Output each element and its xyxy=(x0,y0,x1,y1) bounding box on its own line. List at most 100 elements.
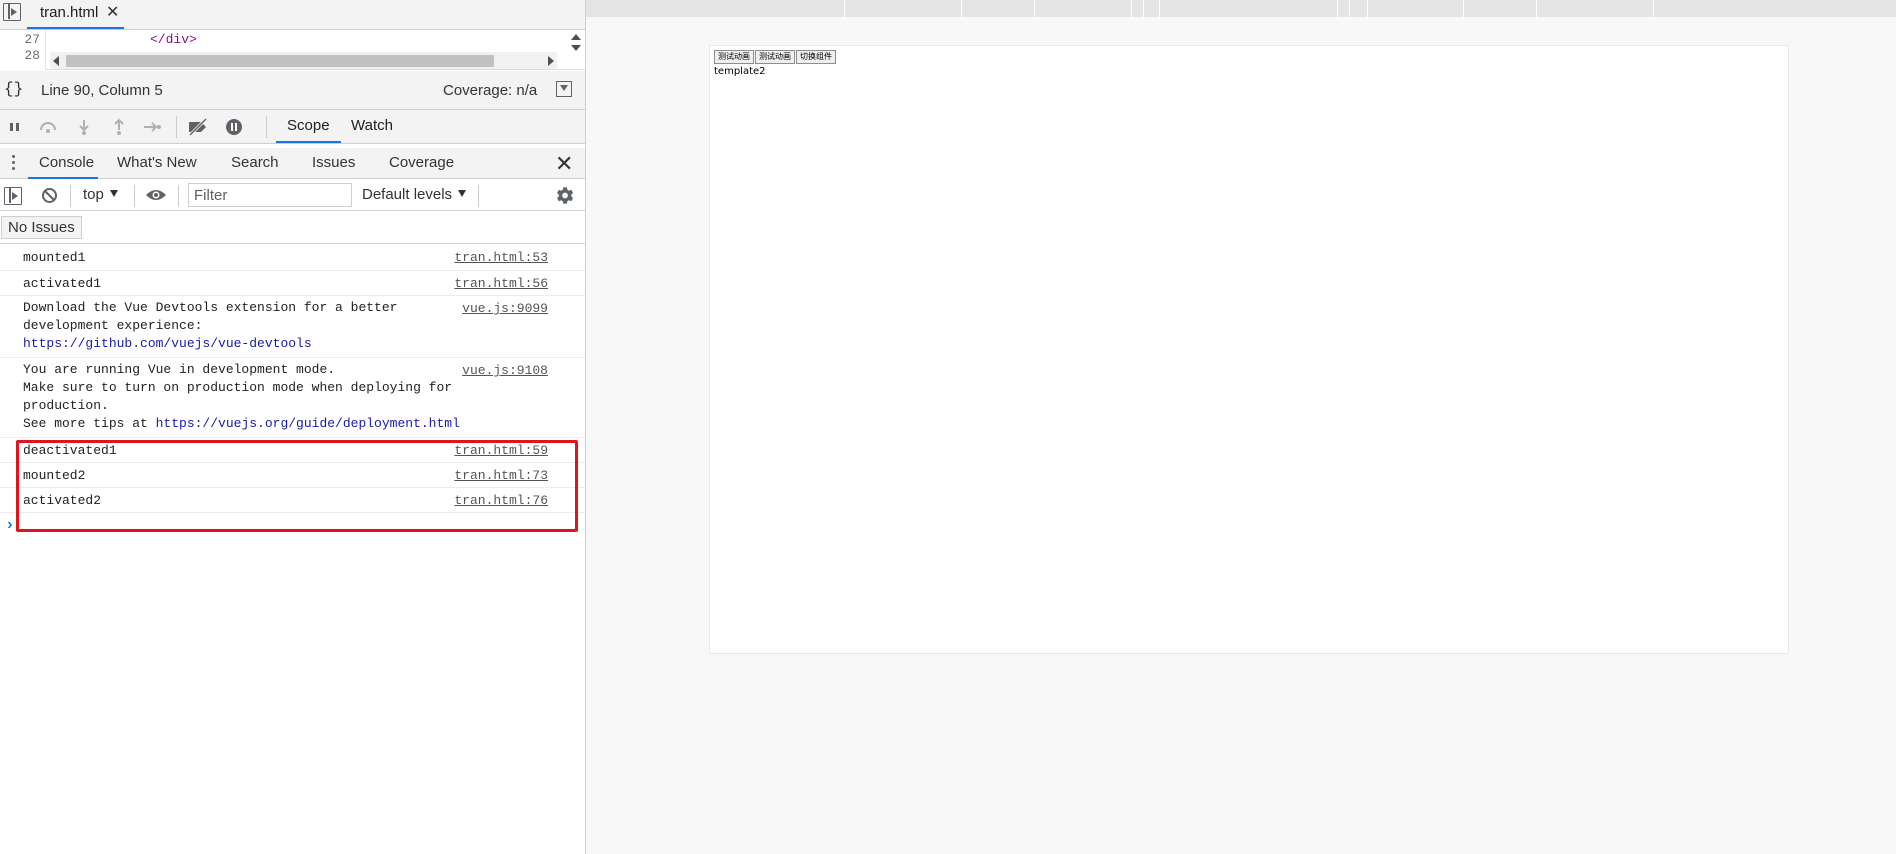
ruler-tick xyxy=(1349,0,1350,17)
console-sidebar-icon[interactable] xyxy=(4,187,22,205)
file-tab[interactable]: tran.html ✕ xyxy=(27,0,124,29)
message-text: development experience: xyxy=(23,318,203,333)
ruler-tick xyxy=(1159,0,1160,17)
scroll-up-icon[interactable] xyxy=(571,34,581,40)
log-levels-dropdown[interactable]: Default levels xyxy=(362,186,467,203)
media-query-ruler[interactable] xyxy=(586,0,1896,17)
cursor-position: Line 90, Column 5 xyxy=(41,82,163,99)
step-out-icon[interactable] xyxy=(109,118,129,136)
toolbar-divider xyxy=(478,185,479,207)
deactivate-breakpoints-icon[interactable] xyxy=(186,118,210,136)
test-animation-button[interactable]: 测试动画 xyxy=(714,50,754,64)
live-expression-eye-icon[interactable] xyxy=(145,188,167,202)
debugger-toolbar: Scope Watch xyxy=(0,110,585,144)
filter-input[interactable] xyxy=(188,183,352,207)
file-tab-label: tran.html xyxy=(40,4,99,21)
tab-whats-new[interactable]: What's New xyxy=(110,148,205,179)
chevron-down-icon xyxy=(458,190,467,197)
toolbar-divider xyxy=(176,116,177,138)
code-editor[interactable]: 27 28 </div> xyxy=(0,30,585,70)
code-line[interactable]: </div> xyxy=(150,32,197,47)
gear-icon[interactable] xyxy=(555,186,574,205)
switch-component-button[interactable]: 切换组件 xyxy=(796,50,836,64)
console-message: activated1 tran.html:56 xyxy=(0,271,585,296)
tab-scope[interactable]: Scope xyxy=(276,110,341,143)
rendered-page: 测试动画 测试动画 切换组件 template2 xyxy=(709,45,1789,654)
message-link[interactable]: https://vuejs.org/guide/deployment.html xyxy=(156,416,460,431)
highlight-annotation-box xyxy=(16,440,578,532)
clear-console-icon[interactable] xyxy=(41,187,58,204)
console-message: Download the Vue Devtools extension for … xyxy=(0,296,585,358)
message-text: production. xyxy=(23,398,109,413)
scrollbar-thumb[interactable] xyxy=(66,55,494,67)
tab-scope-label: Scope xyxy=(287,117,330,134)
tab-console-label: Console xyxy=(39,154,95,171)
close-tab-icon[interactable]: ✕ xyxy=(106,2,119,22)
ruler-tick xyxy=(1367,0,1368,17)
tab-watch[interactable]: Watch xyxy=(345,110,400,143)
console-message: You are running Vue in development mode.… xyxy=(0,358,585,438)
tab-search[interactable]: Search xyxy=(225,148,285,179)
issues-bar: No Issues xyxy=(0,212,585,244)
message-text: activated1 xyxy=(23,276,102,291)
line-number: 27 xyxy=(24,32,40,47)
page-viewport: 测试动画 测试动画 切换组件 template2 xyxy=(586,0,1896,854)
editor-status-bar: {} Line 90, Column 5 Coverage: n/a xyxy=(0,71,585,110)
coverage-menu-icon[interactable] xyxy=(556,81,572,97)
message-source-link[interactable]: vue.js:9108 xyxy=(462,363,548,378)
message-text: mounted1 xyxy=(23,250,86,265)
close-drawer-icon[interactable]: ✕ xyxy=(555,151,573,177)
toolbar-divider xyxy=(266,116,267,138)
message-text: Make sure to turn on production mode whe… xyxy=(23,380,453,395)
step-into-icon[interactable] xyxy=(74,118,94,136)
ruler-tick xyxy=(1463,0,1464,17)
toggle-navigator-icon[interactable] xyxy=(3,3,21,21)
line-gutter: 27 28 xyxy=(0,30,46,70)
ruler-tick xyxy=(1034,0,1035,17)
tab-coverage-label: Coverage xyxy=(389,154,455,171)
console-prompt-icon[interactable]: › xyxy=(5,516,15,534)
tab-whats-new-label: What's New xyxy=(117,154,197,171)
scroll-right-icon[interactable] xyxy=(548,56,554,66)
more-tools-icon[interactable] xyxy=(12,155,16,173)
pause-icon[interactable] xyxy=(6,118,26,136)
scroll-down-icon[interactable] xyxy=(571,45,581,51)
toolbar-divider xyxy=(70,185,71,207)
devtools-panel: tran.html ✕ 27 28 </div> {} Line 90, Col… xyxy=(0,0,586,854)
ruler-tick xyxy=(1131,0,1132,17)
ruler-tick xyxy=(1536,0,1537,17)
ruler-tick xyxy=(1143,0,1144,17)
message-source-link[interactable]: tran.html:53 xyxy=(454,250,548,265)
tab-console[interactable]: Console xyxy=(28,148,98,179)
pretty-print-icon[interactable]: {} xyxy=(4,80,23,98)
message-text: See more tips at xyxy=(23,416,156,431)
context-selector[interactable]: top xyxy=(83,186,118,203)
ruler-tick xyxy=(1337,0,1338,17)
ruler-tick xyxy=(1653,0,1654,17)
tab-coverage[interactable]: Coverage xyxy=(383,148,463,179)
line-number: 28 xyxy=(24,48,40,63)
step-over-icon[interactable] xyxy=(38,118,58,136)
tab-issues[interactable]: Issues xyxy=(306,148,361,179)
sources-tab-bar: tran.html ✕ xyxy=(0,0,585,30)
message-source-link[interactable]: vue.js:9099 xyxy=(462,301,548,316)
issues-button[interactable]: No Issues xyxy=(1,216,82,239)
toolbar-divider xyxy=(178,185,179,207)
scroll-left-icon[interactable] xyxy=(53,56,59,66)
log-levels-label: Default levels xyxy=(362,186,453,203)
console-toolbar: top Default levels xyxy=(0,180,585,211)
message-text: You are running Vue in development mode. xyxy=(23,362,336,377)
toolbar-divider xyxy=(134,185,135,207)
horizontal-scrollbar[interactable] xyxy=(50,52,557,69)
pause-on-exceptions-icon[interactable] xyxy=(224,118,244,136)
tab-watch-label: Watch xyxy=(351,117,393,134)
console-message: mounted1 tran.html:53 xyxy=(0,245,585,271)
drawer-tab-bar: Console What's New Search Issues Coverag… xyxy=(0,148,585,179)
step-icon[interactable] xyxy=(142,118,162,136)
vertical-scroll-arrows[interactable] xyxy=(571,31,581,69)
tab-issues-label: Issues xyxy=(312,154,356,171)
message-link[interactable]: https://github.com/vuejs/vue-devtools xyxy=(23,336,312,351)
message-source-link[interactable]: tran.html:56 xyxy=(454,276,548,291)
coverage-status: Coverage: n/a xyxy=(443,82,538,99)
test-animation-button[interactable]: 测试动画 xyxy=(755,50,795,64)
